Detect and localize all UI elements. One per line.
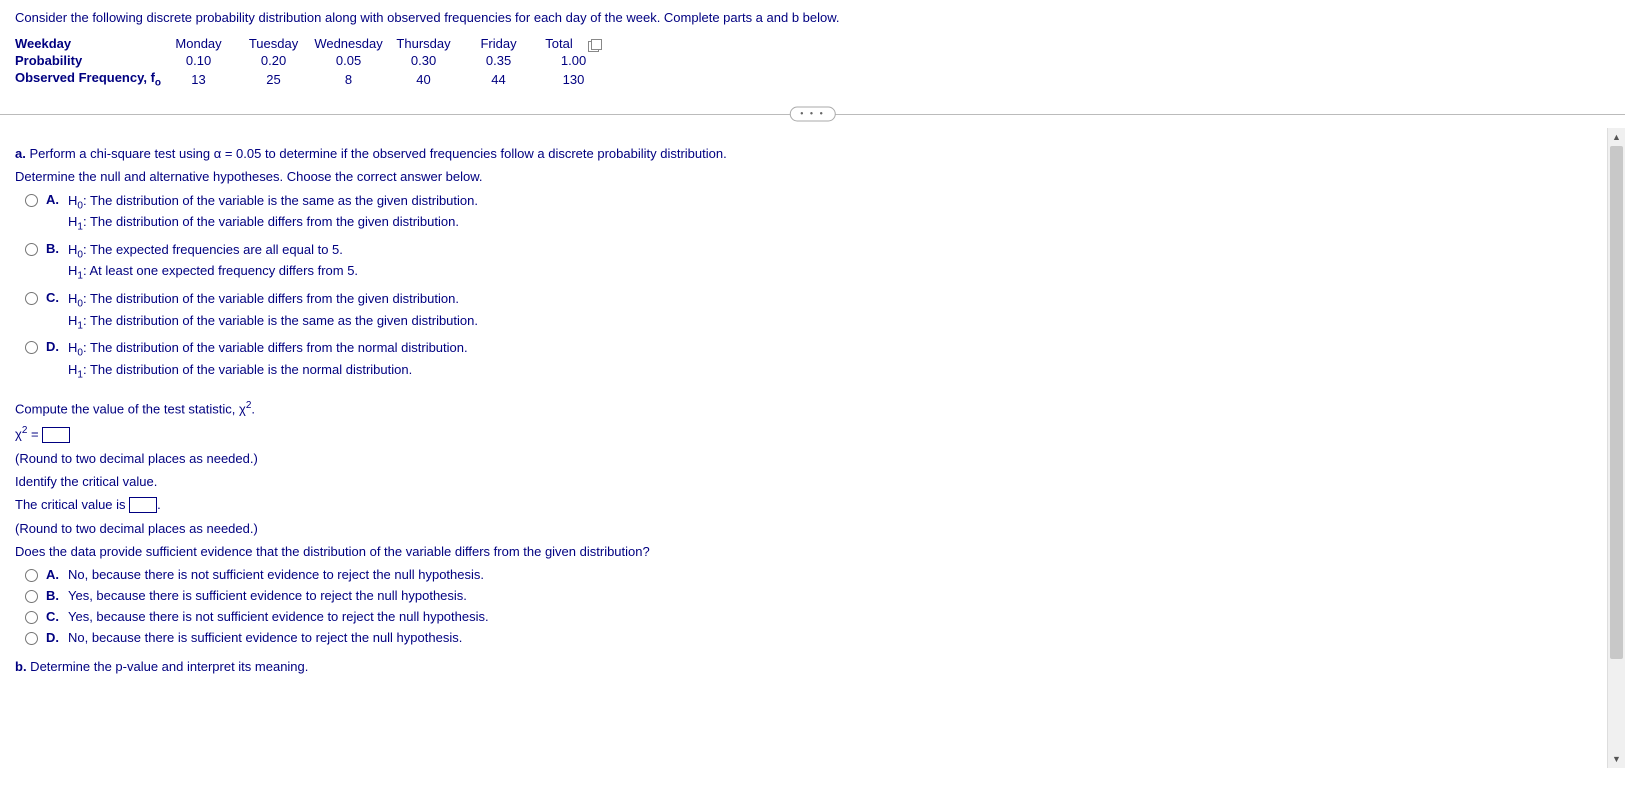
cell: Tuesday <box>236 35 311 52</box>
scroll-up-arrow[interactable]: ▲ <box>1608 128 1625 146</box>
cell: 0.10 <box>161 52 236 69</box>
table-row: Probability 0.10 0.20 0.05 0.30 0.35 1.0… <box>15 52 611 69</box>
cell: 44 <box>461 69 536 90</box>
expand-button[interactable]: • • • <box>789 106 835 121</box>
section-divider: • • • <box>0 105 1625 123</box>
radio2-c[interactable] <box>25 611 38 624</box>
vertical-scrollbar[interactable]: ▲ ▼ <box>1607 128 1625 768</box>
radio-c[interactable] <box>25 292 38 305</box>
cell: 13 <box>161 69 236 90</box>
cell: 0.05 <box>311 52 386 69</box>
option2-d[interactable]: D.No, because there is sufficient eviden… <box>25 630 1590 645</box>
radio-a[interactable] <box>25 194 38 207</box>
radio-b[interactable] <box>25 243 38 256</box>
radio2-a[interactable] <box>25 569 38 582</box>
chi-square-input[interactable] <box>42 427 70 443</box>
question-body: a. Perform a chi-square test using α = 0… <box>0 128 1625 768</box>
evidence-question: Does the data provide sufficient evidenc… <box>15 544 1590 559</box>
option2-c[interactable]: C.Yes, because there is not sufficient e… <box>25 609 1590 624</box>
option2-a[interactable]: A.No, because there is not sufficient ev… <box>25 567 1590 582</box>
cell: Thursday <box>386 35 461 52</box>
scroll-track[interactable] <box>1608 146 1625 750</box>
option-a[interactable]: A. H0: The distribution of the variable … <box>25 192 1590 235</box>
chi-equation: χ2 = <box>15 425 1590 443</box>
option-b[interactable]: B. H0: The expected frequencies are all … <box>25 241 1590 284</box>
option-d[interactable]: D. H0: The distribution of the variable … <box>25 339 1590 382</box>
radio2-b[interactable] <box>25 590 38 603</box>
critical-instruction: Identify the critical value. <box>15 474 1590 489</box>
radio-d[interactable] <box>25 341 38 354</box>
cell: Friday <box>461 35 536 52</box>
scroll-down-arrow[interactable]: ▼ <box>1608 750 1625 768</box>
cell: 130 <box>536 69 611 90</box>
part-a-prompt: a. Perform a chi-square test using α = 0… <box>15 146 1590 161</box>
scroll-thumb[interactable] <box>1610 146 1623 659</box>
row-label: Observed Frequency, fo <box>15 69 161 90</box>
cell: 0.20 <box>236 52 311 69</box>
table-row: Weekday Monday Tuesday Wednesday Thursda… <box>15 35 611 52</box>
round-hint-2: (Round to two decimal places as needed.) <box>15 521 1590 536</box>
compute-instruction: Compute the value of the test statistic,… <box>15 400 1590 416</box>
cell: 40 <box>386 69 461 90</box>
question-header: Consider the following discrete probabil… <box>0 0 1625 100</box>
cell: 1.00 <box>536 52 611 69</box>
radio2-d[interactable] <box>25 632 38 645</box>
hypothesis-instruction: Determine the null and alternative hypot… <box>15 169 1590 184</box>
cell: 0.35 <box>461 52 536 69</box>
round-hint-1: (Round to two decimal places as needed.) <box>15 451 1590 466</box>
table-row: Observed Frequency, fo 13 25 8 40 44 130 <box>15 69 611 90</box>
cell: Total <box>536 35 611 52</box>
copy-icon[interactable] <box>588 39 602 51</box>
option2-b[interactable]: B.Yes, because there is sufficient evide… <box>25 588 1590 603</box>
cell: 25 <box>236 69 311 90</box>
data-table: Weekday Monday Tuesday Wednesday Thursda… <box>15 35 611 90</box>
part-b-prompt: b. Determine the p-value and interpret i… <box>15 659 1590 674</box>
critical-value-input[interactable] <box>129 497 157 513</box>
option-c[interactable]: C. H0: The distribution of the variable … <box>25 290 1590 333</box>
cell: Wednesday <box>311 35 386 52</box>
cell: 8 <box>311 69 386 90</box>
row-label: Probability <box>15 52 161 69</box>
cell: Monday <box>161 35 236 52</box>
critical-value-line: The critical value is . <box>15 497 1590 514</box>
row-label: Weekday <box>15 35 161 52</box>
intro-text: Consider the following discrete probabil… <box>15 10 1610 25</box>
cell: 0.30 <box>386 52 461 69</box>
